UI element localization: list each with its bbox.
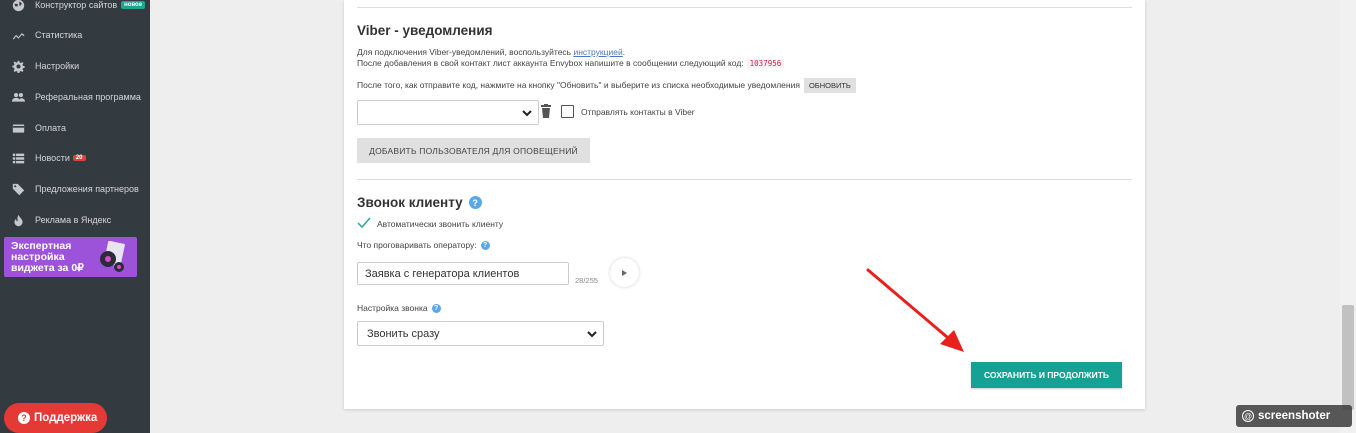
sidebar-item-label: Оплата	[35, 123, 66, 133]
help-icon[interactable]: ?	[431, 303, 441, 313]
call-title-text: Звонок клиенту	[357, 195, 463, 210]
sidebar-item-yandex-ads[interactable]: Реклама в Яндекс	[0, 205, 150, 235]
add-user-button[interactable]: Добавить пользователя для оповещений	[357, 138, 590, 163]
gears-icon	[100, 241, 125, 272]
tag-icon	[11, 182, 25, 196]
call-setting-select[interactable]: Звонить сразу	[357, 321, 604, 346]
news-count-badge: 20	[72, 155, 86, 161]
play-icon	[622, 269, 627, 276]
support-button[interactable]: ? Поддержка	[4, 403, 107, 433]
users-icon	[11, 90, 25, 104]
call-setting-label-text: Настройка звонка	[357, 303, 428, 313]
save-and-continue-button[interactable]: Сохранить и продолжить	[971, 362, 1122, 388]
operator-text-label: Что проговаривать оператору: ?	[357, 240, 490, 250]
sidebar-item-label: Настройки	[35, 61, 80, 71]
help-icon[interactable]: ?	[480, 240, 490, 250]
call-setting-label: Настройка звонка ?	[357, 303, 441, 313]
gear-icon	[11, 59, 25, 73]
call-section-title: Звонок клиенту ?	[357, 195, 482, 210]
sidebar-item-label: Реферальная программа	[35, 92, 141, 102]
screenshoter-watermark: @ screenshoter	[1236, 405, 1352, 427]
char-counter: 28/255	[575, 276, 598, 285]
card-content-layer: Добавить пользователя для оповещений Зво…	[344, 0, 1145, 409]
credit-card-icon	[11, 121, 25, 135]
sidebar: Конструктор сайтов новое Статистика Наст…	[0, 0, 150, 433]
question-icon: ?	[18, 412, 30, 424]
sidebar-item-partners[interactable]: Предложения партнеров	[0, 174, 150, 204]
checkmark-icon[interactable]	[357, 217, 371, 229]
scrollbar-thumb[interactable]	[1342, 305, 1354, 410]
globe-icon	[11, 0, 25, 12]
help-icon[interactable]: ?	[468, 196, 482, 209]
sidebar-item-label: Новости	[35, 153, 70, 163]
auto-call-label: Автоматически звонить клиенту	[377, 219, 504, 229]
new-badge: новое	[121, 1, 146, 9]
sidebar-item-label: Статистика	[35, 30, 83, 40]
sidebar-item-settings[interactable]: Настройки	[0, 51, 150, 81]
sidebar-item-label: Реклама в Яндекс	[35, 215, 112, 225]
sidebar-item-site-builder[interactable]: Конструктор сайтов новое	[0, 0, 150, 20]
watermark-text: screenshoter	[1258, 410, 1331, 422]
operator-text-label-text: Что проговаривать оператору:	[357, 240, 477, 250]
call-setting-select-value: Звонить сразу	[367, 327, 440, 340]
sidebar-item-label: Предложения партнеров	[35, 184, 139, 194]
play-button[interactable]	[610, 258, 639, 287]
operator-text-input[interactable]: Заявка с генератора клиентов	[357, 262, 569, 285]
promo-banner[interactable]: Экспертная настройка виджета за 0₽	[4, 237, 137, 277]
sidebar-item-statistics[interactable]: Статистика	[0, 20, 150, 50]
sidebar-item-referral[interactable]: Реферальная программа	[0, 82, 150, 112]
support-label: Поддержка	[34, 412, 98, 424]
list-icon	[11, 151, 25, 165]
sidebar-item-payment[interactable]: Оплата	[0, 113, 150, 143]
promo-text: Экспертная настройка виджета за 0₽	[11, 240, 84, 274]
at-icon: @	[1242, 410, 1254, 422]
sidebar-item-news[interactable]: Новости 20	[0, 143, 150, 173]
fire-icon	[11, 213, 25, 227]
divider	[357, 179, 1132, 180]
sidebar-item-label: Конструктор сайтов	[35, 0, 118, 10]
chevron-down-icon	[587, 330, 597, 337]
chart-line-icon	[11, 28, 25, 42]
